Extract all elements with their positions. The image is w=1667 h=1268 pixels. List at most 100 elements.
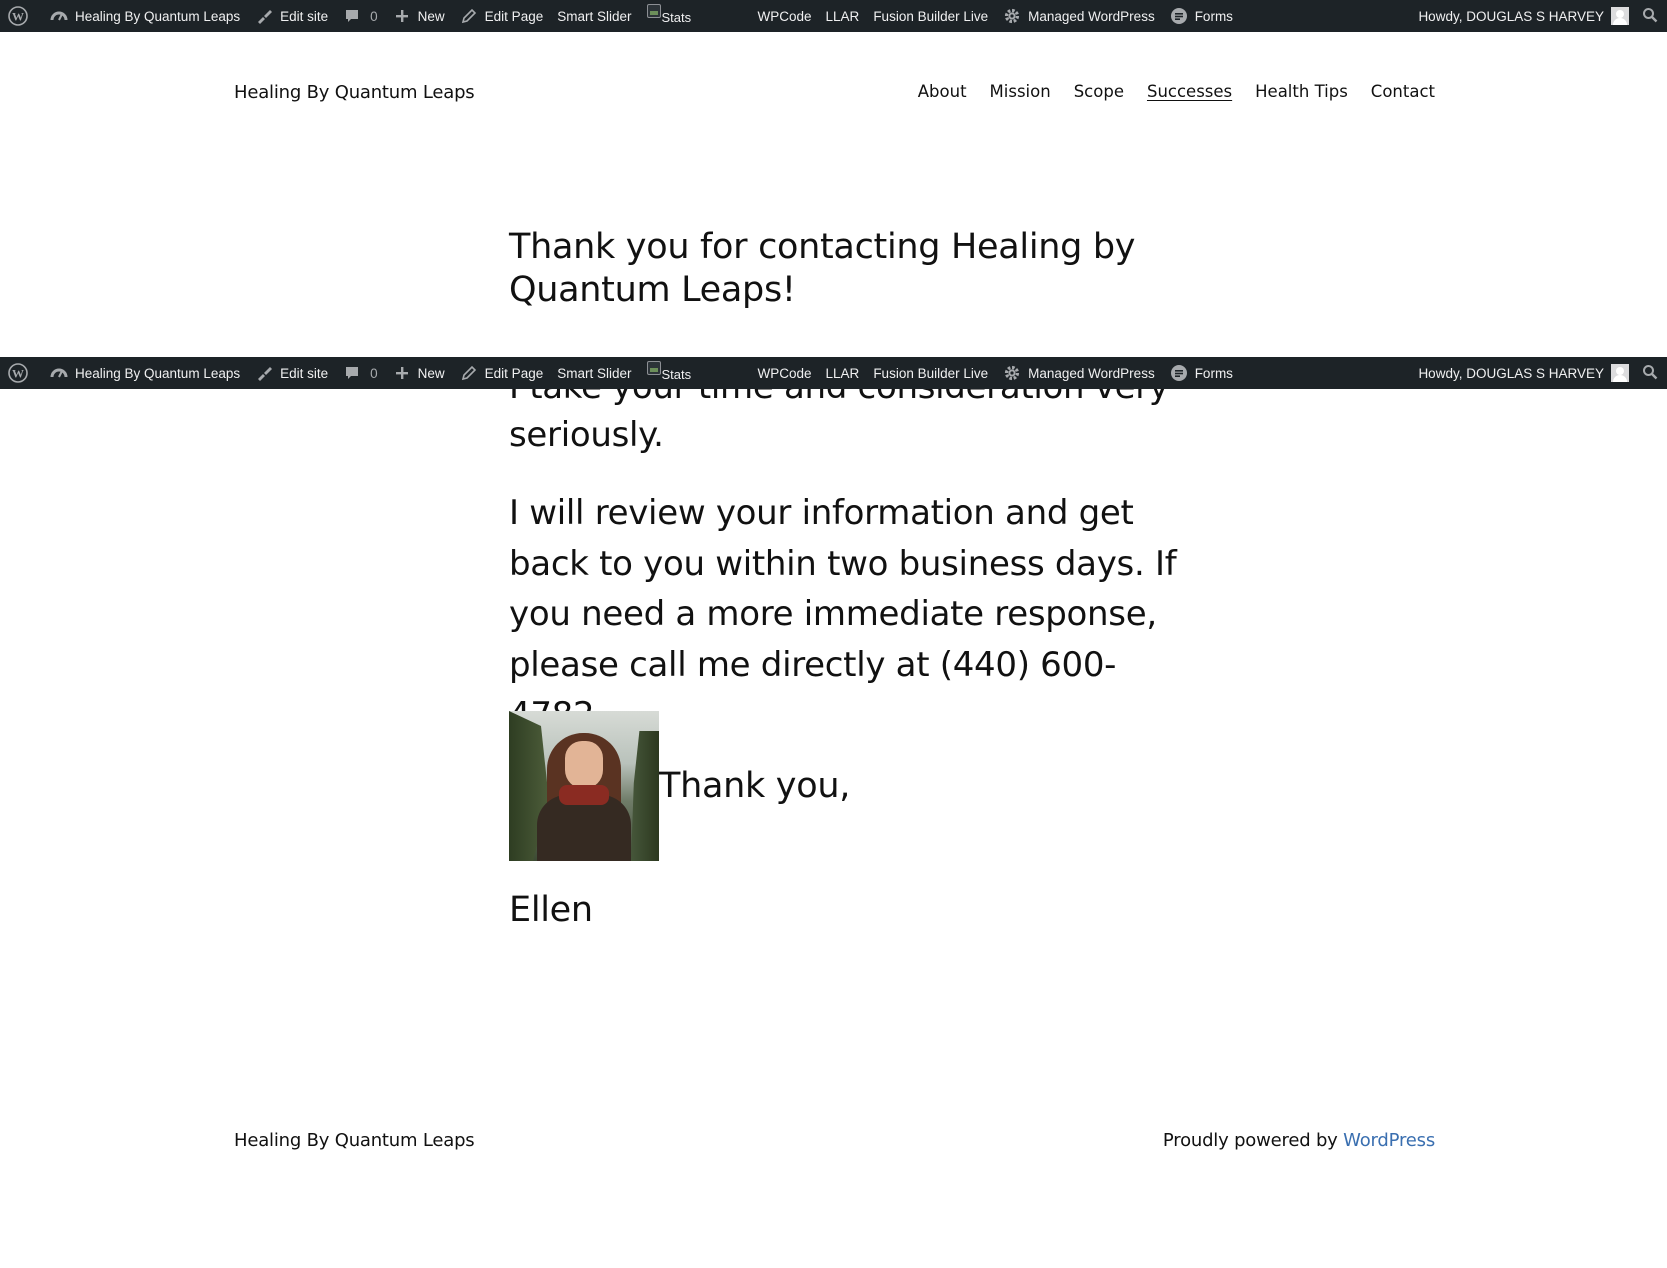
stats-alt-text: Stats bbox=[661, 10, 692, 25]
dashboard-icon bbox=[49, 363, 69, 383]
edit-page-label: Edit Page bbox=[484, 365, 544, 381]
paragraph-one-end: seriously. bbox=[509, 415, 664, 455]
site-title-link[interactable]: Healing By Quantum Leaps bbox=[234, 82, 475, 103]
signature-name: Ellen bbox=[509, 890, 593, 930]
wpcode-button[interactable]: WPCode bbox=[751, 357, 819, 389]
admin-bar-top: W Healing By Quantum Leaps Edit site 0 N… bbox=[0, 0, 1667, 32]
edit-site-label: Edit site bbox=[280, 365, 329, 381]
edit-site-button[interactable]: Edit site bbox=[247, 0, 335, 32]
comments-count: 0 bbox=[370, 8, 378, 24]
nav-item-about[interactable]: About bbox=[918, 82, 967, 101]
broken-image-icon bbox=[646, 361, 661, 375]
forms-label: Forms bbox=[1194, 365, 1233, 381]
broken-image-icon bbox=[646, 4, 661, 18]
pencil-icon bbox=[459, 6, 479, 26]
stats-alt-text: Stats bbox=[661, 367, 692, 382]
search-icon bbox=[1642, 7, 1658, 26]
wpcode-label: WPCode bbox=[757, 8, 812, 24]
managed-wordpress-label: Managed WordPress bbox=[1028, 365, 1155, 381]
llar-label: LLAR bbox=[825, 365, 860, 381]
search-button[interactable] bbox=[1633, 0, 1667, 32]
wpcode-button[interactable]: WPCode bbox=[751, 0, 819, 32]
page-heading: Thank you for contacting Healing by Quan… bbox=[509, 227, 1136, 310]
wordpress-logo-button[interactable]: W bbox=[6, 357, 42, 389]
svg-text:W: W bbox=[12, 367, 24, 381]
comments-button[interactable]: 0 bbox=[335, 0, 385, 32]
fusion-builder-button[interactable]: Fusion Builder Live bbox=[866, 0, 995, 32]
llar-label: LLAR bbox=[825, 8, 860, 24]
dashboard-icon bbox=[49, 6, 69, 26]
wordpress-logo-icon: W bbox=[8, 6, 28, 26]
paragraph-review: I will review your information and get b… bbox=[509, 493, 1177, 735]
search-icon bbox=[1642, 364, 1658, 383]
edit-site-label: Edit site bbox=[280, 8, 329, 24]
managed-wordpress-button[interactable]: Managed WordPress bbox=[995, 357, 1162, 389]
site-name-menu[interactable]: Healing By Quantum Leaps bbox=[42, 357, 247, 389]
fusion-builder-label: Fusion Builder Live bbox=[873, 8, 989, 24]
wordpress-logo-button[interactable]: W bbox=[6, 0, 42, 32]
nav-item-mission[interactable]: Mission bbox=[990, 82, 1051, 101]
plus-icon bbox=[392, 6, 412, 26]
user-account-menu[interactable]: Howdy, DOUGLAS S HARVEY bbox=[1411, 357, 1633, 389]
wordpress-logo-icon: W bbox=[8, 363, 28, 383]
new-content-button[interactable]: New bbox=[385, 0, 452, 32]
new-label: New bbox=[417, 365, 445, 381]
comment-bubble-icon bbox=[342, 6, 362, 26]
edit-page-button[interactable]: Edit Page bbox=[452, 0, 551, 32]
nav-item-scope[interactable]: Scope bbox=[1074, 82, 1124, 101]
edit-page-label: Edit Page bbox=[484, 8, 544, 24]
user-avatar bbox=[1611, 364, 1629, 382]
edit-page-button[interactable]: Edit Page bbox=[452, 357, 551, 389]
llar-button[interactable]: LLAR bbox=[819, 357, 867, 389]
smart-slider-label: Smart Slider bbox=[557, 365, 632, 381]
forms-button[interactable]: Forms bbox=[1162, 0, 1240, 32]
user-account-menu[interactable]: Howdy, DOUGLAS S HARVEY bbox=[1411, 0, 1633, 32]
nav-item-contact[interactable]: Contact bbox=[1371, 82, 1435, 101]
smart-slider-button[interactable]: Smart Slider bbox=[550, 357, 638, 389]
gear-icon bbox=[1002, 6, 1022, 26]
thank-you-text: Thank you, bbox=[659, 766, 851, 806]
user-avatar bbox=[1611, 7, 1629, 25]
wordpress-link[interactable]: WordPress bbox=[1343, 1130, 1435, 1151]
forms-icon bbox=[1169, 6, 1189, 26]
howdy-label: Howdy, DOUGLAS S HARVEY bbox=[1418, 8, 1604, 24]
new-label: New bbox=[417, 8, 445, 24]
managed-wordpress-button[interactable]: Managed WordPress bbox=[995, 0, 1162, 32]
site-name-menu[interactable]: Healing By Quantum Leaps bbox=[42, 0, 247, 32]
nav-item-successes[interactable]: Successes bbox=[1147, 82, 1232, 101]
site-name-label: Healing By Quantum Leaps bbox=[75, 365, 241, 381]
footer-site-title-link[interactable]: Healing By Quantum Leaps bbox=[234, 1130, 475, 1151]
stats-button[interactable]: Stats bbox=[639, 0, 751, 32]
footer-powered-by: Proudly powered by WordPress bbox=[1163, 1130, 1435, 1151]
svg-text:W: W bbox=[12, 10, 24, 24]
comment-bubble-icon bbox=[342, 363, 362, 383]
pencil-icon bbox=[459, 363, 479, 383]
site-name-label: Healing By Quantum Leaps bbox=[75, 8, 241, 24]
gear-icon bbox=[1002, 363, 1022, 383]
primary-navigation: About Mission Scope Successes Health Tip… bbox=[895, 82, 1435, 101]
brush-icon bbox=[254, 6, 274, 26]
nav-item-health-tips[interactable]: Health Tips bbox=[1255, 82, 1348, 101]
comments-button[interactable]: 0 bbox=[335, 357, 385, 389]
forms-label: Forms bbox=[1194, 8, 1233, 24]
smart-slider-label: Smart Slider bbox=[557, 8, 632, 24]
new-content-button[interactable]: New bbox=[385, 357, 452, 389]
site-header: Healing By Quantum Leaps About Mission S… bbox=[0, 32, 1667, 154]
forms-icon bbox=[1169, 363, 1189, 383]
comments-count: 0 bbox=[370, 365, 378, 381]
search-button[interactable] bbox=[1633, 357, 1667, 389]
wpcode-label: WPCode bbox=[757, 365, 812, 381]
admin-bar-overlay: W Healing By Quantum Leaps Edit site 0 N… bbox=[0, 357, 1667, 389]
fusion-builder-button[interactable]: Fusion Builder Live bbox=[866, 357, 995, 389]
powered-by-text: Proudly powered by bbox=[1162, 1130, 1344, 1151]
managed-wordpress-label: Managed WordPress bbox=[1028, 8, 1155, 24]
llar-button[interactable]: LLAR bbox=[819, 0, 867, 32]
forms-button[interactable]: Forms bbox=[1162, 357, 1240, 389]
stats-button[interactable]: Stats bbox=[639, 357, 751, 389]
thanks-row: Thank you, bbox=[509, 711, 850, 861]
fusion-builder-label: Fusion Builder Live bbox=[873, 365, 989, 381]
edit-site-button[interactable]: Edit site bbox=[247, 357, 335, 389]
smart-slider-button[interactable]: Smart Slider bbox=[550, 0, 638, 32]
brush-icon bbox=[254, 363, 274, 383]
howdy-label: Howdy, DOUGLAS S HARVEY bbox=[1418, 365, 1604, 381]
